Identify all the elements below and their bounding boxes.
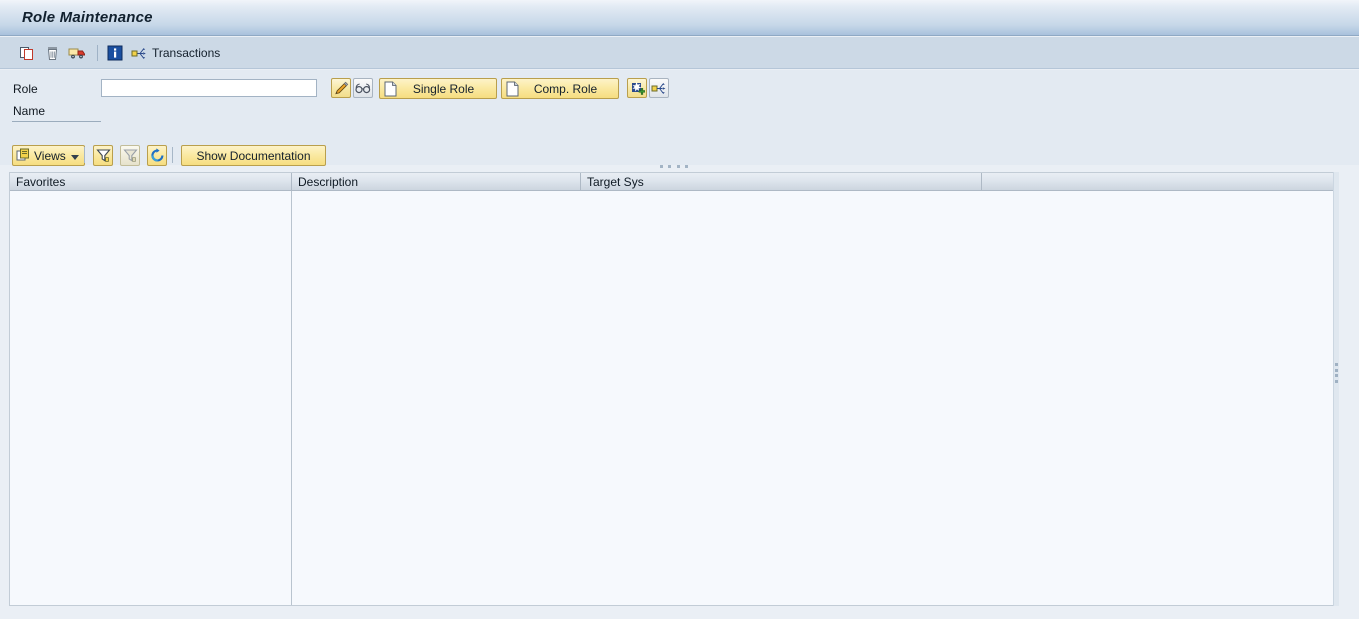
column-header-description[interactable]: Description bbox=[292, 173, 581, 191]
horizontal-splitter-handle[interactable] bbox=[660, 165, 688, 170]
change-role-button[interactable] bbox=[331, 78, 351, 98]
views-icon bbox=[16, 148, 31, 163]
splitter-dot bbox=[660, 165, 663, 168]
pencil-icon bbox=[334, 81, 348, 94]
single-role-label: Single Role bbox=[412, 81, 475, 96]
set-filter-button[interactable] bbox=[93, 145, 113, 166]
role-input[interactable] bbox=[101, 79, 317, 97]
comp-role-button[interactable]: Comp. Role bbox=[501, 78, 619, 99]
toolbar-button-group: Transactions bbox=[16, 41, 224, 65]
transactions-label: Transactions bbox=[152, 46, 221, 60]
table-header-row: Favorites Description Target Sys bbox=[10, 173, 1333, 191]
page-title: Role Maintenance bbox=[22, 9, 153, 26]
truck-icon bbox=[68, 48, 85, 58]
name-label: Name bbox=[13, 104, 46, 118]
information-button[interactable] bbox=[104, 42, 126, 64]
document-icon bbox=[384, 81, 397, 97]
glasses-icon bbox=[355, 83, 371, 94]
splitter-dot bbox=[668, 165, 672, 168]
role-label: Role bbox=[13, 82, 38, 96]
distribute-icon bbox=[651, 82, 666, 94]
info-icon bbox=[107, 45, 123, 61]
splitter-dot bbox=[1334, 379, 1338, 383]
delete-filter-button[interactable] bbox=[120, 145, 140, 166]
table-body bbox=[10, 191, 1333, 605]
views-separator-2 bbox=[172, 147, 173, 163]
transaction-inheritance-button[interactable] bbox=[649, 78, 669, 98]
transport-role-button[interactable] bbox=[66, 42, 88, 64]
splitter-dot bbox=[676, 165, 680, 168]
copy-role-button[interactable] bbox=[16, 42, 38, 64]
chevron-down-icon bbox=[70, 154, 79, 160]
splitter-dot bbox=[684, 165, 688, 168]
views-label: Views bbox=[34, 148, 66, 163]
copy-icon bbox=[19, 46, 33, 60]
name-field-underline bbox=[12, 121, 101, 122]
single-role-button[interactable]: Single Role bbox=[379, 78, 497, 99]
splitter-dot bbox=[1334, 374, 1338, 378]
create-role-button[interactable] bbox=[627, 78, 647, 98]
filter-icon bbox=[95, 149, 111, 162]
views-separator-1 bbox=[84, 147, 85, 163]
create-new-icon bbox=[631, 81, 645, 95]
refresh-button[interactable] bbox=[147, 145, 167, 166]
column-header-favorites[interactable]: Favorites bbox=[10, 173, 292, 191]
delete-role-button[interactable] bbox=[41, 42, 63, 64]
window-title-bar: Role Maintenance bbox=[0, 0, 1359, 36]
filter-delete-icon bbox=[122, 149, 138, 162]
splitter-dot bbox=[1334, 368, 1338, 372]
favorites-table: Favorites Description Target Sys bbox=[9, 172, 1334, 606]
trash-icon bbox=[47, 46, 57, 60]
document-icon-2 bbox=[506, 81, 519, 97]
column-header-blank[interactable] bbox=[982, 173, 1333, 191]
views-dropdown-button[interactable]: Views bbox=[12, 145, 85, 166]
display-role-button[interactable] bbox=[353, 78, 373, 98]
show-documentation-button[interactable]: Show Documentation bbox=[181, 145, 326, 166]
column-divider-1 bbox=[291, 191, 292, 605]
vertical-splitter-handle[interactable] bbox=[1334, 363, 1338, 383]
comp-role-label: Comp. Role bbox=[533, 81, 598, 96]
vertical-splitter-rail bbox=[1333, 172, 1339, 606]
refresh-icon bbox=[150, 148, 163, 162]
transactions-button[interactable]: Transactions bbox=[129, 42, 224, 64]
status-strip bbox=[0, 606, 1359, 619]
column-header-target-sys[interactable]: Target Sys bbox=[581, 173, 982, 191]
sap-role-maintenance-window: Role Maintenance Transactions Role Name … bbox=[0, 0, 1359, 619]
transaction-node-icon bbox=[131, 47, 146, 59]
application-toolbar: Transactions © www.tutorialkart.com bbox=[0, 37, 1359, 99]
splitter-dot bbox=[1334, 363, 1338, 366]
toolbar-separator-1 bbox=[97, 45, 98, 61]
